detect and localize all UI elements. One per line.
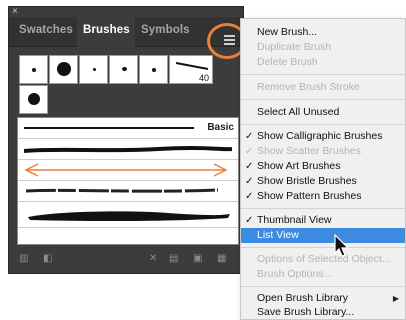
- panel-footer: ▥ ◧ ✕ ▤ ▣ ▦: [9, 245, 243, 273]
- list-item[interactable]: [18, 181, 238, 202]
- menu-item-show-bristle[interactable]: ✓ Show Bristle Brushes: [241, 174, 405, 189]
- list-item[interactable]: [18, 139, 238, 160]
- menu-separator: [241, 74, 405, 75]
- menu-item-save-brush-library[interactable]: Save Brush Library...: [241, 305, 405, 320]
- brush-thumbnail[interactable]: [19, 55, 48, 84]
- brush-thumbnail[interactable]: [19, 85, 48, 114]
- new-brush-icon[interactable]: ▣: [193, 253, 202, 264]
- charcoal-stroke-icon: [23, 145, 233, 153]
- brush-thumbnail[interactable]: [49, 55, 78, 84]
- menu-item-show-pattern[interactable]: ✓ Show Pattern Brushes: [241, 189, 405, 204]
- menu-item-options-of-selected-object[interactable]: Options of Selected Object...: [241, 252, 405, 267]
- brush-stroke-list: Basic: [17, 117, 239, 245]
- options-icon[interactable]: ▤: [169, 253, 178, 264]
- checkmark-icon: ✓: [245, 131, 254, 142]
- checkmark-icon: ✓: [245, 161, 254, 172]
- mouse-cursor-icon: [334, 234, 350, 257]
- menu-item-thumbnail-view[interactable]: ✓ Thumbnail View: [241, 213, 405, 228]
- brush-size-label: 40: [198, 73, 209, 83]
- brush-libraries-icon[interactable]: ▥: [19, 253, 28, 264]
- ink-stroke-icon: [28, 211, 230, 222]
- menu-item-show-calligraphic[interactable]: ✓ Show Calligraphic Brushes: [241, 129, 405, 144]
- menu-item-duplicate-brush[interactable]: Duplicate Brush: [241, 40, 405, 55]
- tab-brushes[interactable]: Brushes: [83, 24, 130, 36]
- menu-item-list-view[interactable]: List View: [241, 228, 405, 243]
- libraries-panel-icon[interactable]: ◧: [43, 253, 52, 264]
- menu-item-open-brush-library[interactable]: Open Brush Library ▶: [241, 291, 405, 306]
- brush-thumbnail[interactable]: [79, 55, 108, 84]
- menu-item-brush-options[interactable]: Brush Options...: [241, 267, 405, 282]
- arrow-brush-icon: [24, 163, 228, 177]
- menu-item-new-brush[interactable]: New Brush...: [241, 25, 405, 40]
- basic-brush-label: Basic: [207, 122, 234, 133]
- menu-separator: [241, 208, 405, 209]
- menu-item-delete-brush[interactable]: Delete Brush: [241, 55, 405, 70]
- brush-thumbnail[interactable]: [109, 55, 138, 84]
- menu-item-remove-brush-stroke[interactable]: Remove Brush Stroke: [241, 80, 405, 95]
- menu-separator: [241, 286, 405, 287]
- panel-flyout-menu: New Brush... Duplicate Brush Delete Brus…: [240, 18, 406, 320]
- brush-thumbnail[interactable]: [139, 55, 168, 84]
- tab-symbols[interactable]: Symbols: [141, 24, 190, 36]
- brushes-panel: × Swatches Brushes Symbols 40 Basic ▥ ◧ …: [8, 6, 247, 274]
- remove-stroke-icon[interactable]: ✕: [149, 253, 157, 264]
- checkmark-icon: ✓: [245, 191, 254, 202]
- menu-item-show-art[interactable]: ✓ Show Art Brushes: [241, 159, 405, 174]
- checkmark-icon: ✓: [245, 176, 254, 187]
- menu-separator: [241, 247, 405, 248]
- menu-separator: [241, 124, 405, 125]
- menu-separator: [241, 99, 405, 100]
- menu-item-show-scatter[interactable]: ✓ Show Scatter Brushes: [241, 144, 405, 159]
- close-icon[interactable]: ×: [12, 7, 18, 17]
- list-item[interactable]: [18, 160, 238, 181]
- list-item[interactable]: [18, 202, 238, 228]
- checkmark-icon: ✓: [245, 146, 254, 157]
- menu-item-select-all-unused[interactable]: Select All Unused: [241, 105, 405, 120]
- delete-icon[interactable]: ▦: [217, 253, 226, 264]
- submenu-arrow-icon: ▶: [392, 294, 399, 303]
- dry-brush-stroke-icon: [25, 188, 219, 193]
- list-item[interactable]: Basic: [18, 118, 238, 139]
- checkmark-icon: ✓: [245, 215, 254, 226]
- tab-swatches[interactable]: Swatches: [19, 24, 73, 36]
- brush-thumbnail[interactable]: 40: [169, 55, 213, 84]
